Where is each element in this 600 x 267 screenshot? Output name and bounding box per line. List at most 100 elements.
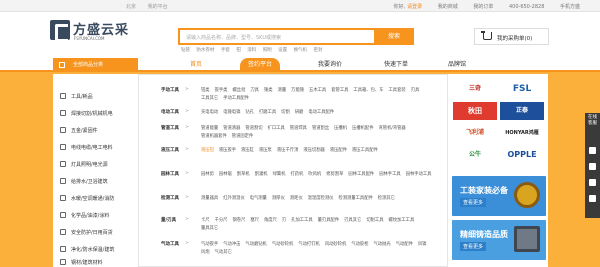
- submenu-link[interactable]: 绿篱机: [273, 171, 286, 179]
- submenu-link[interactable]: 红外测温仪: [223, 195, 244, 203]
- brand-logo[interactable]: 三奇: [453, 80, 497, 98]
- category-item[interactable]: 五金/紧固件: [53, 122, 138, 139]
- promo-banner[interactable]: 精细铸造品质 查看更多: [452, 220, 546, 260]
- submenu-link[interactable]: 园林锯: [219, 171, 232, 179]
- submenu-link[interactable]: 液压工具配件: [352, 147, 378, 155]
- submenu-link[interactable]: 扳手类: [215, 87, 228, 95]
- submenu-link[interactable]: 液压切割器: [303, 147, 324, 155]
- submenu-link[interactable]: 压槽机: [334, 125, 347, 133]
- search-box[interactable]: 请输入商品名称、品牌、型号、SKU或搜索 搜索: [178, 28, 414, 45]
- submenu-link[interactable]: 切割: [281, 109, 290, 117]
- site-logo[interactable]: 方盛云采 FSYUNCAI.COM: [50, 19, 150, 47]
- submenu-link[interactable]: 充电电动: [201, 109, 218, 117]
- submenu-link[interactable]: 测量器具: [201, 195, 218, 203]
- submenu-link[interactable]: 测距仪: [290, 195, 303, 203]
- submenu-head[interactable]: 管道工具: [161, 125, 179, 131]
- brand-logo[interactable]: 公牛: [453, 146, 497, 164]
- category-item[interactable]: 灯具照明/电光源: [53, 156, 138, 173]
- submenu-link[interactable]: 气动胶枪: [351, 241, 368, 249]
- submenu-link[interactable]: 气动配件: [396, 241, 413, 249]
- search-input[interactable]: 请输入商品名称、品牌、型号、SKU或搜索: [186, 34, 281, 41]
- top-icon[interactable]: [589, 195, 596, 202]
- submenu-link[interactable]: 气动打钉机: [298, 241, 319, 249]
- submenu-link[interactable]: 风炮: [201, 249, 210, 257]
- all-categories-button[interactable]: 全部商品分类: [53, 58, 138, 72]
- submenu-link[interactable]: 液压泵: [259, 147, 272, 155]
- submenu-link[interactable]: 液压缸: [241, 147, 254, 155]
- submenu-link[interactable]: 温湿度检测仪: [308, 195, 334, 203]
- category-item[interactable]: 工具/耗品: [53, 88, 138, 105]
- submenu-link[interactable]: 气动抛光: [374, 241, 391, 249]
- submenu-link[interactable]: 电锤电镐: [223, 109, 240, 117]
- brand-logo[interactable]: OPPLE: [500, 146, 544, 164]
- submenu-link[interactable]: 割灌机: [255, 171, 268, 179]
- submenu-link[interactable]: 管道能量: [201, 125, 218, 133]
- brand-logo[interactable]: 飞利浦: [453, 124, 497, 142]
- submenu-link[interactable]: 锤类: [264, 87, 273, 95]
- submenu-link[interactable]: 液压钳: [201, 147, 214, 155]
- submenu-link[interactable]: 打药机: [290, 171, 303, 179]
- submenu-link[interactable]: 电气测量: [250, 195, 267, 203]
- submenu-link[interactable]: 手动工具配件: [223, 95, 249, 103]
- category-item[interactable]: 钢材/建筑材料: [53, 258, 138, 267]
- message-icon[interactable]: [589, 147, 596, 154]
- search-button[interactable]: 搜索: [374, 28, 414, 45]
- my-orders-link[interactable]: 我的订单: [473, 4, 493, 10]
- submenu-link[interactable]: 管道焊具: [290, 125, 307, 133]
- submenu-link[interactable]: 管道割切: [245, 125, 262, 133]
- submenu-link[interactable]: 液压扳手: [219, 147, 236, 155]
- favorite-icon[interactable]: [589, 179, 596, 186]
- submenu-link[interactable]: 测厚仪: [272, 195, 285, 203]
- hot-word[interactable]: 漆料: [247, 48, 256, 53]
- submenu-link[interactable]: 风动砂轮机: [325, 241, 346, 249]
- submenu-link[interactable]: 卡尺: [201, 217, 210, 225]
- submenu-link[interactable]: 风镐: [418, 241, 427, 249]
- brand-logo[interactable]: HONYAR鸿雁: [500, 124, 544, 142]
- submenu-link[interactable]: 园林手动工具: [406, 171, 432, 179]
- submenu-link[interactable]: 检测测量工具配件: [338, 195, 372, 203]
- hot-word[interactable]: 防水卷材: [196, 48, 214, 53]
- submenu-link[interactable]: 割草机: [237, 171, 250, 179]
- submenu-link[interactable]: 检测其它: [378, 195, 395, 203]
- submenu-link[interactable]: 切削工具: [366, 217, 383, 225]
- submenu-link[interactable]: 工具其它: [201, 95, 218, 103]
- submenu-link[interactable]: 千分尺: [215, 217, 228, 225]
- hot-word[interactable]: 换气机: [294, 48, 308, 53]
- submenu-link[interactable]: 五木工具: [309, 87, 326, 95]
- submenu-link[interactable]: 扩口工具: [268, 125, 285, 133]
- submenu-link[interactable]: 量具其它: [201, 225, 218, 233]
- submenu-link[interactable]: 螺纹加工工具: [389, 217, 415, 225]
- category-item[interactable]: 化学品/油漆/涂料: [53, 207, 138, 224]
- nav-quick-order[interactable]: 快速下单: [384, 58, 408, 72]
- submenu-link[interactable]: 刀具: [250, 87, 259, 95]
- category-item[interactable]: 水暖/空调暖通/消防: [53, 190, 138, 207]
- submenu-head[interactable]: 量/刃具: [161, 217, 176, 223]
- category-item[interactable]: 电线电缆/电工电料: [53, 139, 138, 156]
- nav-home[interactable]: 首页: [190, 58, 202, 72]
- submenu-link[interactable]: 管道清器: [223, 125, 240, 133]
- submenu-link[interactable]: 压槽机配件: [352, 125, 373, 133]
- submenu-link[interactable]: 测量: [278, 87, 287, 95]
- submenu-link[interactable]: 万能锤: [291, 87, 304, 95]
- submenu-link[interactable]: 管道固定件: [232, 133, 253, 141]
- category-item[interactable]: 给排水/卫浴建筑: [53, 173, 138, 190]
- submenu-link[interactable]: 园林工具配件: [348, 171, 374, 179]
- nav-signed-platform[interactable]: 签约平台: [240, 58, 281, 72]
- submenu-link[interactable]: 孔加工工具: [291, 217, 312, 225]
- hot-word[interactable]: 钳: [236, 48, 241, 53]
- hot-word[interactable]: 照明: [263, 48, 272, 53]
- cart-icon[interactable]: [589, 163, 596, 170]
- submenu-link[interactable]: 套管工具: [331, 87, 348, 95]
- submenu-link[interactable]: 气动磨钻机: [245, 241, 266, 249]
- submenu-link[interactable]: 量刃具配件: [318, 217, 339, 225]
- submenu-link[interactable]: 弯管机/弯管器: [379, 125, 406, 133]
- category-item[interactable]: 安全防护/日用百货: [53, 224, 138, 241]
- purchase-cart-button[interactable]: 我的采购单(0): [474, 28, 549, 45]
- submenu-link[interactable]: 液压配件: [330, 147, 347, 155]
- submenu-link[interactable]: 刃具: [411, 87, 420, 95]
- promo-banner[interactable]: 工装家装必备 查看更多: [452, 176, 546, 216]
- submenu-link[interactable]: 管道割丝: [312, 125, 329, 133]
- submenu-head[interactable]: 手动工具: [161, 87, 179, 93]
- brand-logo[interactable]: 正泰: [500, 102, 544, 120]
- submenu-link[interactable]: 电动工具配件: [308, 109, 334, 117]
